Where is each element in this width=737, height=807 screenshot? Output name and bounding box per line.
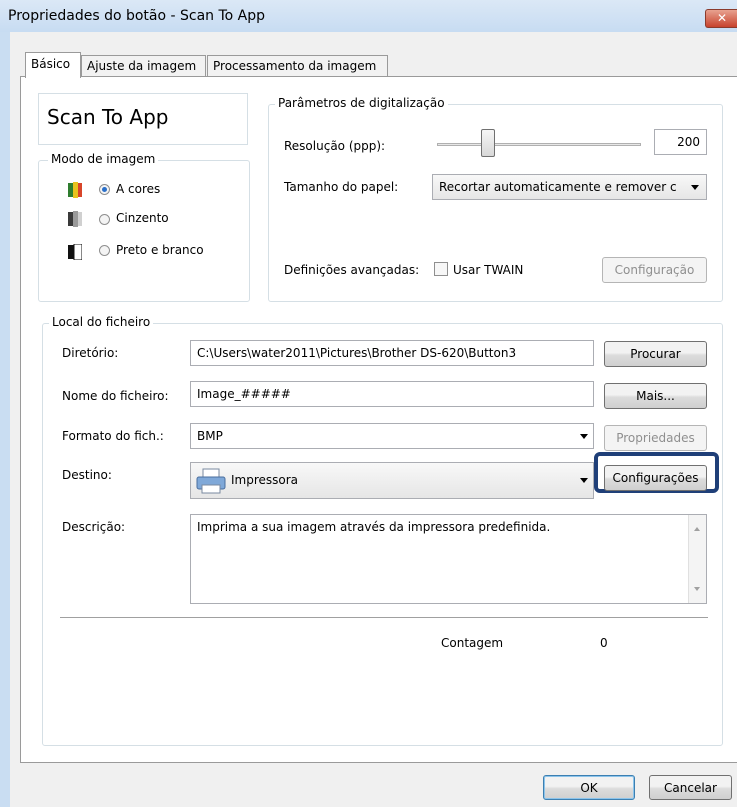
grayscale-mode-icon <box>68 211 82 227</box>
close-icon: ✕ <box>716 11 728 25</box>
cancel-button[interactable]: Cancelar <box>649 775 732 800</box>
radio-color-label: A cores <box>116 182 161 196</box>
button-label: Propriedades <box>616 431 695 445</box>
resolution-value-field[interactable]: 200 <box>654 129 707 155</box>
format-dropdown[interactable]: BMP <box>190 423 594 449</box>
paper-size-dropdown[interactable]: Recortar automaticamente e remover c <box>432 174 707 200</box>
more-button[interactable]: Mais... <box>604 383 707 409</box>
count-value: 0 <box>600 636 608 650</box>
chevron-down-icon <box>691 185 699 190</box>
dialog-window: Propriedades do botão - Scan To App ✕ Bá… <box>0 0 737 807</box>
count-label: Contagem <box>441 636 504 650</box>
ok-button[interactable]: OK <box>543 775 635 800</box>
tab-label: Processamento da imagem <box>213 59 377 73</box>
description-field[interactable]: Imprima a sua imagem através da impresso… <box>190 514 707 604</box>
description-scrollbar[interactable] <box>688 515 706 603</box>
button-label: Configurações <box>612 471 699 485</box>
directory-value: C:\Users\water2011\Pictures\Brother DS-6… <box>197 346 517 360</box>
radio-black-white-label: Preto e branco <box>116 243 204 257</box>
close-button[interactable]: ✕ <box>705 9 737 28</box>
settings-button[interactable]: Configurações <box>604 465 707 491</box>
filename-field[interactable]: Image_##### <box>190 381 594 407</box>
resolution-value: 200 <box>677 135 700 149</box>
window-frame <box>0 32 10 807</box>
use-twain-label: Usar TWAIN <box>453 263 524 277</box>
radio-black-white[interactable] <box>99 245 110 256</box>
directory-label: Diretório: <box>62 346 119 360</box>
destination-label: Destino: <box>62 468 112 482</box>
tab-basico[interactable]: Básico <box>25 52 81 78</box>
app-name: Scan To App <box>47 105 169 129</box>
black-white-mode-icon <box>68 244 82 260</box>
file-location-legend: Local do ficheiro <box>49 315 154 329</box>
image-mode-legend: Modo de imagem <box>48 152 159 166</box>
tab-label: Ajuste da imagem <box>87 59 197 73</box>
destination-value: Impressora <box>231 473 299 487</box>
button-label: Configuração <box>614 263 695 277</box>
format-value: BMP <box>197 429 223 443</box>
filename-label: Nome do ficheiro: <box>62 389 169 403</box>
button-label: Procurar <box>630 347 681 361</box>
tab-processamento-imagem[interactable]: Processamento da imagem <box>207 55 388 77</box>
app-name-box: Scan To App <box>38 93 248 145</box>
description-value: Imprima a sua imagem através da impresso… <box>197 520 551 534</box>
format-label: Formato do fich.: <box>62 429 164 443</box>
title-bar[interactable]: Propriedades do botão - Scan To App ✕ <box>0 0 737 32</box>
filename-value: Image_##### <box>197 387 291 401</box>
resolution-slider-track[interactable] <box>437 143 641 146</box>
chevron-down-icon <box>580 434 588 439</box>
paper-size-label: Tamanho do papel: <box>284 180 399 194</box>
paper-size-value: Recortar automaticamente e remover c <box>439 180 677 194</box>
twain-config-button[interactable]: Configuração <box>602 257 707 283</box>
chevron-down-icon <box>580 478 588 483</box>
browse-button[interactable]: Procurar <box>604 341 707 367</box>
resolution-label: Resolução (ppp): <box>284 139 386 153</box>
description-label: Descrição: <box>62 520 126 534</box>
scan-params-legend: Parâmetros de digitalização <box>275 96 448 110</box>
button-label: OK <box>580 781 598 795</box>
window-title: Propriedades do botão - Scan To App <box>8 8 266 24</box>
button-label: Cancelar <box>664 781 717 795</box>
scroll-up-icon[interactable] <box>694 527 700 531</box>
advanced-settings-label: Definições avançadas: <box>284 263 420 277</box>
tab-ajuste-imagem[interactable]: Ajuste da imagem <box>81 55 206 77</box>
printer-icon <box>196 468 226 494</box>
directory-field[interactable]: C:\Users\water2011\Pictures\Brother DS-6… <box>190 340 594 366</box>
tab-label: Básico <box>31 57 71 71</box>
radio-grayscale-label: Cinzento <box>116 211 169 225</box>
use-twain-checkbox[interactable] <box>434 262 448 276</box>
resolution-slider-thumb[interactable] <box>481 129 495 157</box>
separator <box>60 617 708 619</box>
button-label: Mais... <box>636 389 675 403</box>
radio-color[interactable] <box>99 184 110 195</box>
properties-button[interactable]: Propriedades <box>604 425 707 451</box>
radio-grayscale[interactable] <box>99 214 110 225</box>
color-mode-icon <box>68 182 82 198</box>
scroll-down-icon[interactable] <box>694 587 700 591</box>
destination-dropdown[interactable]: Impressora <box>190 462 594 499</box>
